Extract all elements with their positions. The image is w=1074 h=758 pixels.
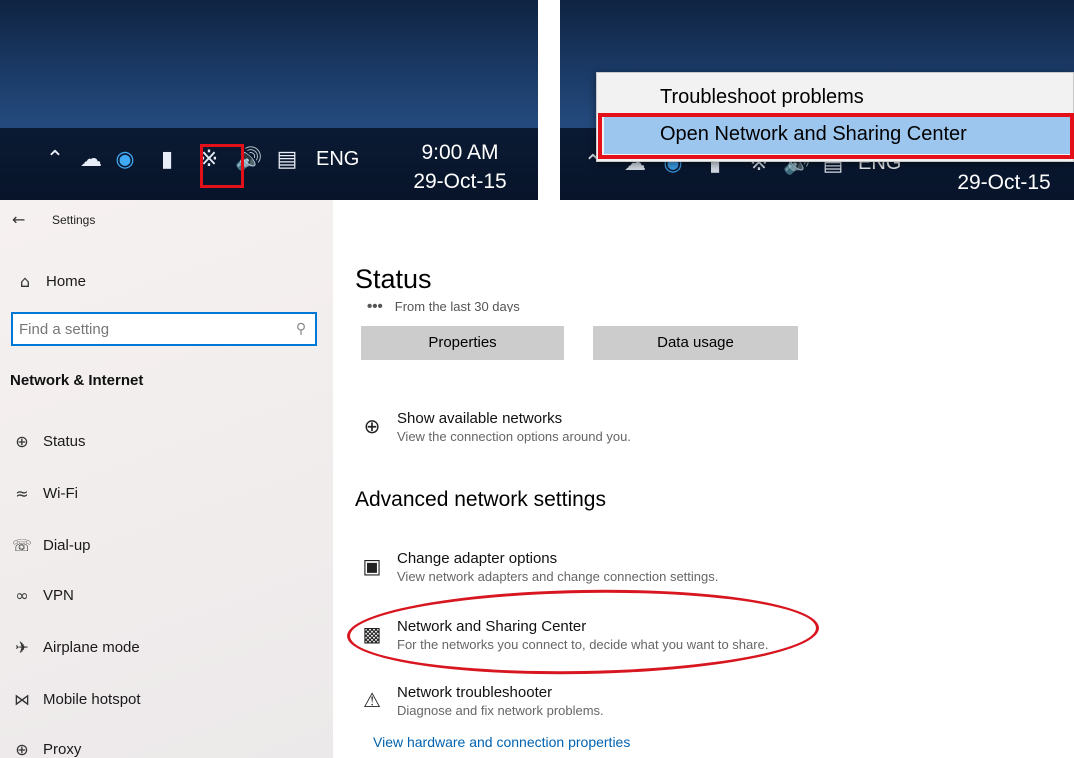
globe-icon: ⊕	[363, 414, 381, 438]
menu-highlight-box	[598, 113, 1074, 159]
language-indicator[interactable]: ENG	[316, 148, 359, 171]
usage-note: ••• From the last 30 days	[367, 300, 520, 312]
usage-dots-icon: •••	[367, 300, 383, 312]
sidebar-item-proxy[interactable]: ⊕ Proxy	[11, 734, 81, 758]
clock[interactable]: 9:00 AM 29-Oct-15	[406, 138, 514, 196]
cloud-icon[interactable]: ☁	[74, 148, 108, 171]
sidebar-item-dialup[interactable]: ☏ Dial-up	[11, 530, 91, 560]
hotspot-icon: ⋈	[14, 689, 30, 709]
sidebar-item-label: Dial-up	[43, 536, 91, 554]
settings-main: Status ••• From the last 30 days Properti…	[333, 200, 1074, 758]
home-label: Home	[46, 273, 87, 290]
option-desc: Diagnose and fix network problems.	[397, 703, 604, 718]
usage-note-text: From the last 30 days	[394, 300, 520, 312]
search-icon[interactable]: ⚲	[287, 321, 315, 337]
home-nav[interactable]: ⌂ Home	[14, 272, 86, 291]
clock-date-partial[interactable]: 29-Oct-15	[944, 168, 1064, 197]
back-arrow-icon[interactable]: ←	[12, 210, 36, 229]
sidebar-item-label: VPN	[43, 586, 74, 604]
taskbar-panel-left: ⌃ ☁ ◉ ▮ ※ 🔊 ▤ ENG 9:00 AM 29-Oct-15	[0, 0, 538, 200]
title-bar: ← Settings	[12, 210, 95, 229]
option-desc: View network adapters and change connect…	[397, 569, 719, 584]
search-input[interactable]	[13, 320, 287, 338]
sidebar-item-wifi[interactable]: ≈ Wi-Fi	[11, 478, 78, 508]
show-networks-option[interactable]: ⊕ Show available networks View the conne…	[359, 410, 631, 446]
globe-icon: ⊕	[15, 431, 29, 451]
adapter-monitor-icon: ▣	[362, 554, 382, 578]
airplane-icon: ✈	[15, 637, 29, 657]
wifi-highlight-box	[200, 144, 244, 188]
change-adapter-option[interactable]: ▣ Change adapter options View network ad…	[359, 550, 719, 586]
battery-icon[interactable]: ▮	[150, 148, 184, 171]
warning-triangle-icon: ⚠	[363, 688, 381, 712]
sidebar-item-label: Proxy	[43, 740, 82, 758]
option-title: Network troubleshooter	[397, 684, 553, 701]
sidebar-item-label: Mobile hotspot	[43, 690, 141, 708]
option-title: Change adapter options	[397, 550, 558, 567]
chevron-up-icon[interactable]: ⌃	[40, 148, 70, 171]
section-title: Network & Internet	[10, 372, 144, 389]
sidebar-item-hotspot[interactable]: ⋈ Mobile hotspot	[11, 684, 141, 714]
page-title: Status	[355, 264, 432, 294]
search-box[interactable]: ⚲	[11, 312, 317, 346]
settings-sidebar: ← Settings ⌂ Home ⚲ Network & Internet ⊕…	[0, 200, 333, 758]
sidebar-item-label: Status	[43, 432, 86, 450]
sharing-center-annotation	[346, 585, 820, 679]
notification-icon[interactable]: ▤	[272, 148, 302, 171]
data-usage-button[interactable]: Data usage	[593, 326, 798, 360]
menu-item-troubleshoot[interactable]: Troubleshoot problems	[660, 86, 864, 109]
sidebar-item-label: Airplane mode	[43, 638, 140, 656]
sidebar-item-vpn[interactable]: ∞ VPN	[11, 580, 74, 610]
properties-button[interactable]: Properties	[361, 326, 564, 360]
window-title: Settings	[52, 212, 96, 227]
wifi-icon: ≈	[15, 483, 29, 503]
sidebar-item-status[interactable]: ⊕ Status	[11, 426, 86, 456]
troubleshooter-option[interactable]: ⚠ Network troubleshooter Diagnose and fi…	[359, 684, 604, 720]
globe-icon: ⊕	[15, 739, 29, 758]
dialup-icon: ☏	[11, 535, 32, 555]
sidebar-item-airplane[interactable]: ✈ Airplane mode	[11, 632, 140, 662]
clock-date: 29-Oct-15	[413, 170, 507, 193]
view-properties-link[interactable]: View hardware and connection properties	[373, 734, 630, 750]
vpn-icon: ∞	[15, 585, 29, 605]
option-desc: View the connection options around you.	[397, 429, 631, 444]
option-title: Show available networks	[397, 410, 563, 427]
sidebar-item-label: Wi-Fi	[43, 484, 78, 502]
advanced-section-title: Advanced network settings	[355, 488, 606, 511]
settings-window: ← Settings ⌂ Home ⚲ Network & Internet ⊕…	[0, 200, 1074, 758]
clock-time: 9:00 AM	[421, 141, 499, 164]
home-icon: ⌂	[19, 272, 31, 291]
app-circle-icon[interactable]: ◉	[110, 148, 140, 171]
